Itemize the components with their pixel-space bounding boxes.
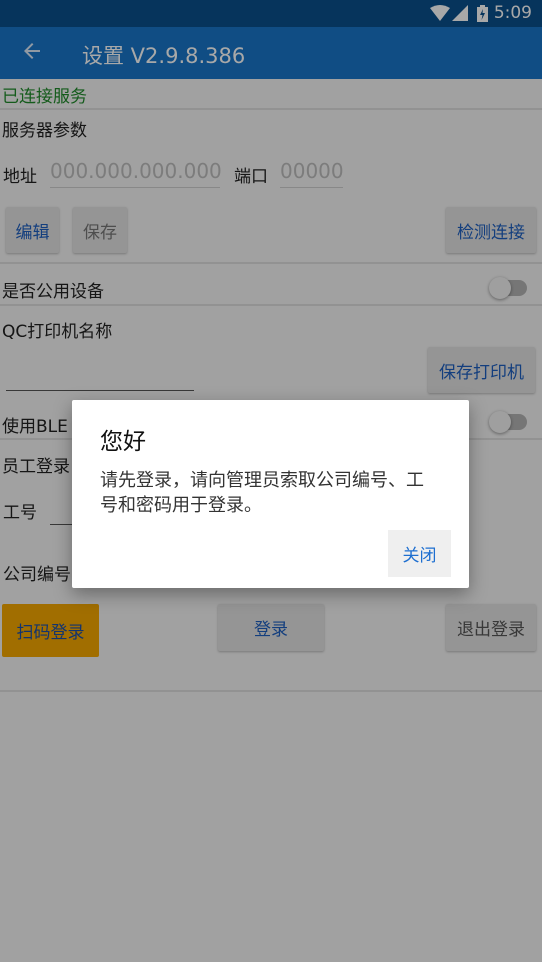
dialog-close-button[interactable]: 关闭	[388, 530, 451, 577]
login-reminder-dialog: 您好 请先登录，请向管理员索取公司编号、工号和密码用于登录。 关闭	[72, 400, 469, 588]
dialog-title: 您好	[100, 429, 146, 455]
dialog-message: 请先登录，请向管理员索取公司编号、工号和密码用于登录。	[100, 470, 424, 516]
